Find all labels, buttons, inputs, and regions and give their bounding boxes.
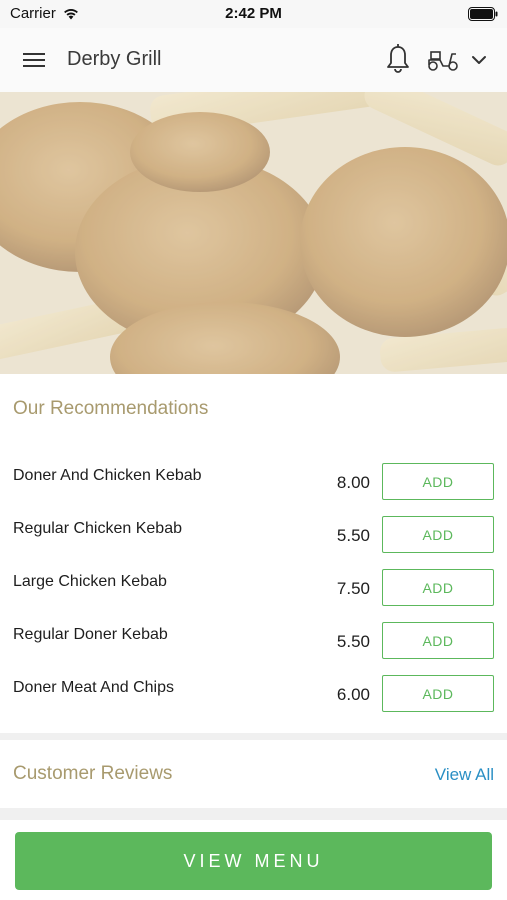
hamburger-menu-icon[interactable] [20, 47, 48, 73]
chevron-down-icon[interactable] [467, 48, 491, 72]
menu-item-row: Regular Doner Kebab 5.50 ADD [0, 622, 507, 677]
view-menu-button[interactable]: VIEW MENU [15, 832, 492, 890]
add-button[interactable]: ADD [382, 622, 494, 659]
page-title: Derby Grill [67, 48, 162, 70]
menu-item-price: 5.50 [336, 526, 370, 545]
add-button[interactable]: ADD [382, 516, 494, 553]
footer: VIEW MENU [0, 820, 507, 900]
add-button[interactable]: ADD [382, 569, 494, 606]
menu-item-price: 7.50 [336, 579, 370, 598]
menu-item-name: Regular Chicken Kebab [13, 520, 182, 537]
clock: 2:42 PM [225, 5, 282, 22]
add-button[interactable]: ADD [382, 675, 494, 712]
hero-food-image [0, 92, 507, 374]
status-bar: Carrier 2:42 PM [0, 0, 507, 28]
menu-item-row: Doner Meat And Chips 6.00 ADD [0, 675, 507, 730]
bell-icon[interactable] [384, 42, 412, 76]
menu-item-row: Regular Chicken Kebab 5.50 ADD [0, 516, 507, 571]
section-divider [0, 733, 507, 740]
view-all-reviews-link[interactable]: View All [435, 765, 494, 785]
app-header: Derby Grill [0, 28, 507, 92]
menu-item-row: Doner And Chicken Kebab 8.00 ADD [0, 463, 507, 518]
delivery-scooter-icon[interactable] [426, 44, 460, 74]
menu-item-name: Doner And Chicken Kebab [13, 467, 202, 484]
menu-item-row: Large Chicken Kebab 7.50 ADD [0, 569, 507, 624]
recommendations-title: Our Recommendations [13, 398, 209, 419]
menu-item-price: 5.50 [336, 632, 370, 651]
menu-item-price: 8.00 [336, 473, 370, 492]
menu-item-name: Regular Doner Kebab [13, 626, 168, 643]
menu-item-price: 6.00 [336, 685, 370, 704]
add-button[interactable]: ADD [382, 463, 494, 500]
battery-icon [468, 7, 498, 21]
hero-food-illustration [0, 92, 507, 374]
menu-item-name: Doner Meat And Chips [13, 679, 174, 696]
menu-item-name: Large Chicken Kebab [13, 573, 167, 590]
reviews-title: Customer Reviews [13, 763, 173, 784]
